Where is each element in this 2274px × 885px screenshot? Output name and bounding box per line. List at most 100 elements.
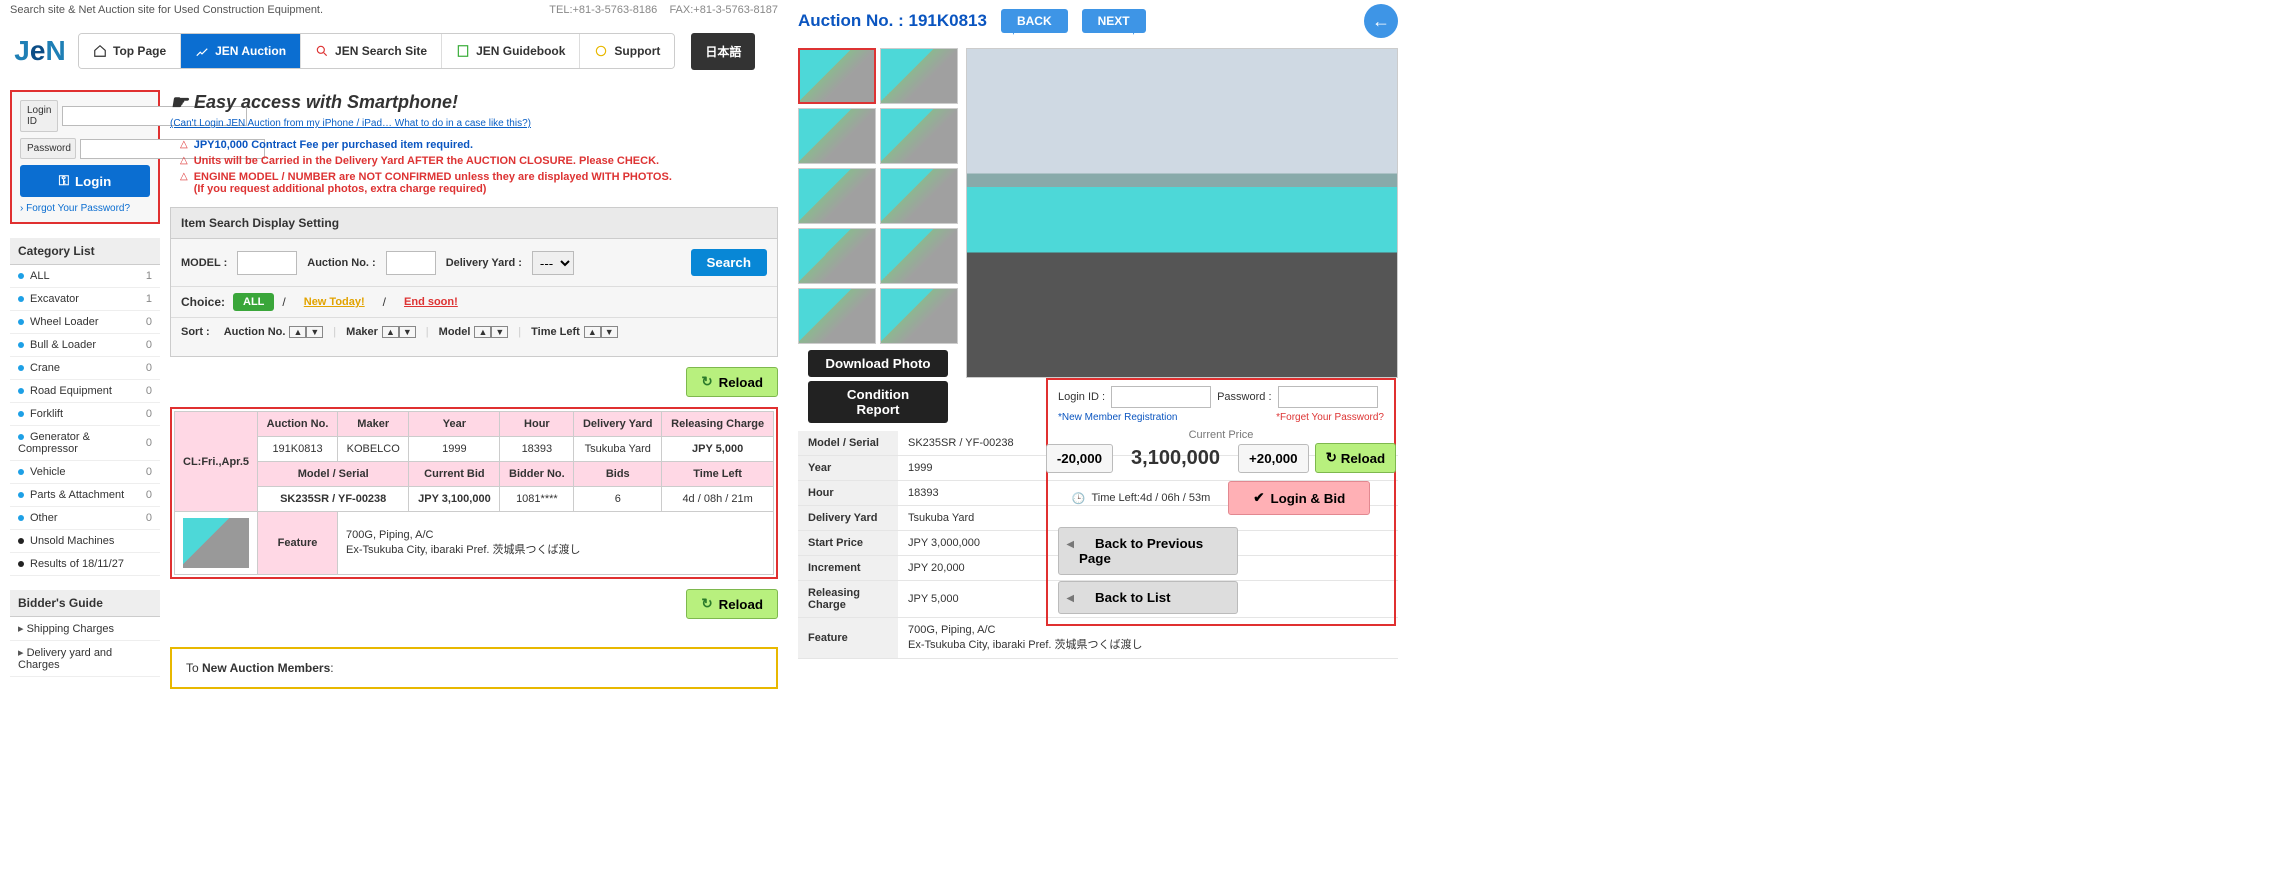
- bidders-guide-title: Bidder's Guide: [10, 590, 160, 617]
- bullet-icon: [18, 319, 24, 325]
- choice-end-soon[interactable]: End soon!: [394, 293, 468, 311]
- nav-jen-auction[interactable]: JEN Auction: [181, 34, 301, 68]
- model-input[interactable]: [237, 251, 297, 275]
- bullet-icon: [18, 411, 24, 417]
- top-bar: Search site & Net Auction site for Used …: [10, 0, 778, 20]
- thumbnail[interactable]: [880, 228, 958, 284]
- price-reload-button[interactable]: ↻Reload: [1315, 443, 1397, 473]
- next-button[interactable]: NEXT: [1082, 9, 1146, 33]
- spec-key: Year: [798, 456, 898, 481]
- spec-key: Start Price: [798, 531, 898, 556]
- sort-asc[interactable]: ▲: [382, 326, 399, 338]
- choice-all[interactable]: ALL: [233, 293, 274, 311]
- category-item[interactable]: Parts & Attachment0: [10, 484, 160, 507]
- increment-button[interactable]: +20,000: [1238, 444, 1309, 473]
- sort-asc[interactable]: ▲: [474, 326, 491, 338]
- thumbnail[interactable]: [798, 108, 876, 164]
- auction-no-input[interactable]: [386, 251, 436, 275]
- guide-item[interactable]: Delivery yard and Charges: [10, 641, 160, 677]
- current-price-label: Current Price: [1058, 429, 1384, 441]
- spec-key: Increment: [798, 556, 898, 581]
- reload-icon: ↻: [1326, 450, 1337, 466]
- thumbnail[interactable]: [798, 228, 876, 284]
- notice-text: (If you request additional photos, extra…: [194, 183, 487, 195]
- category-item[interactable]: Excavator1: [10, 288, 160, 311]
- nav-top-page[interactable]: Top Page: [79, 34, 181, 68]
- reload-button[interactable]: ↻Reload: [686, 367, 778, 397]
- back-to-list-button[interactable]: Back to List: [1058, 581, 1238, 614]
- sort-row: Sort : Auction No.▲▼|Maker▲▼|Model▲▼|Tim…: [171, 317, 777, 346]
- spec-key: Model / Serial: [798, 431, 898, 456]
- return-arrow-button[interactable]: ←: [1364, 4, 1398, 38]
- new-member-link[interactable]: *New Member Registration: [1058, 412, 1178, 423]
- bid-password-input[interactable]: [1278, 386, 1378, 408]
- item-table: CL:Fri.,Apr.5 Auction No. Maker Year Hou…: [170, 407, 778, 579]
- category-item[interactable]: Road Equipment0: [10, 380, 160, 403]
- category-item[interactable]: Forklift0: [10, 403, 160, 426]
- sort-desc[interactable]: ▼: [306, 326, 323, 338]
- nav-support[interactable]: Support: [580, 34, 674, 68]
- close-date-cell: CL:Fri.,Apr.5: [175, 412, 258, 512]
- category-item[interactable]: Generator & Compressor0: [10, 426, 160, 461]
- bid-login-id-input[interactable]: [1111, 386, 1211, 408]
- thumbnail[interactable]: [880, 48, 958, 104]
- download-photo-button[interactable]: Download Photo: [808, 350, 948, 377]
- spec-key: Releasing Charge: [798, 581, 898, 618]
- spec-key: Feature: [798, 618, 898, 659]
- forgot-password-link[interactable]: › Forgot Your Password?: [20, 203, 150, 214]
- notice-text: Units will be Carried in the Delivery Ya…: [194, 155, 659, 167]
- notice-text: JPY10,000 Contract Fee per purchased ite…: [194, 139, 473, 151]
- clock-icon: 🕒: [1072, 492, 1086, 505]
- category-item[interactable]: Wheel Loader0: [10, 311, 160, 334]
- search-button[interactable]: Search: [691, 249, 767, 276]
- guide-item[interactable]: Shipping Charges: [10, 617, 160, 641]
- item-thumbnail[interactable]: [175, 512, 258, 575]
- category-list-title: Category List: [10, 238, 160, 265]
- category-list: ALL1Excavator1Wheel Loader0Bull & Loader…: [10, 265, 160, 576]
- bullet-icon: [18, 492, 24, 498]
- thumbnail[interactable]: [880, 288, 958, 344]
- reload-button[interactable]: ↻Reload: [686, 589, 778, 619]
- decrement-button[interactable]: -20,000: [1046, 444, 1113, 473]
- thumbnail[interactable]: [798, 288, 876, 344]
- condition-report-button[interactable]: Condition Report: [808, 381, 948, 423]
- warning-icon: △: [180, 139, 188, 151]
- thumbnail[interactable]: [798, 168, 876, 224]
- back-previous-page-button[interactable]: Back to Previous Page: [1058, 527, 1238, 575]
- category-item[interactable]: Results of 18/11/27: [10, 553, 160, 576]
- lang-japanese-button[interactable]: 日本語: [691, 33, 755, 70]
- model-label: MODEL :: [181, 257, 227, 269]
- thumbnail[interactable]: [880, 108, 958, 164]
- category-item[interactable]: ALL1: [10, 265, 160, 288]
- photo-thumbnails: [798, 48, 958, 344]
- login-box: Login ID Password ⚿Login › Forgot Your P…: [10, 90, 160, 224]
- category-item[interactable]: Other0: [10, 507, 160, 530]
- smartphone-help-link[interactable]: (Can't Login JEN Auction from my iPhone …: [170, 118, 531, 129]
- sort-desc[interactable]: ▼: [491, 326, 508, 338]
- forget-password-link[interactable]: *Forget Your Password?: [1276, 412, 1384, 423]
- category-item[interactable]: Vehicle0: [10, 461, 160, 484]
- sort-asc[interactable]: ▲: [584, 326, 601, 338]
- bullet-icon: [18, 538, 24, 544]
- login-button[interactable]: ⚿Login: [20, 165, 150, 197]
- spec-key: Hour: [798, 481, 898, 506]
- current-price-value: 3,100,000: [1119, 447, 1232, 470]
- category-item[interactable]: Unsold Machines: [10, 530, 160, 553]
- category-item[interactable]: Crane0: [10, 357, 160, 380]
- nav-jen-search[interactable]: JEN Search Site: [301, 34, 442, 68]
- bullet-icon: [18, 434, 24, 440]
- category-item[interactable]: Bull & Loader0: [10, 334, 160, 357]
- warning-icon: △: [180, 155, 188, 167]
- delivery-yard-select[interactable]: ---: [532, 251, 574, 275]
- sort-desc[interactable]: ▼: [601, 326, 618, 338]
- thumbnail[interactable]: [798, 48, 876, 104]
- sort-asc[interactable]: ▲: [289, 326, 306, 338]
- nav-jen-guidebook[interactable]: JEN Guidebook: [442, 34, 580, 68]
- main-photo[interactable]: [966, 48, 1398, 378]
- thumbnail[interactable]: [880, 168, 958, 224]
- login-pw-label: Password: [20, 138, 76, 159]
- sort-desc[interactable]: ▼: [399, 326, 416, 338]
- login-and-bid-button[interactable]: ✔Login & Bid: [1228, 481, 1370, 515]
- choice-new-today[interactable]: New Today!: [294, 293, 375, 311]
- back-button[interactable]: BACK: [1001, 9, 1068, 33]
